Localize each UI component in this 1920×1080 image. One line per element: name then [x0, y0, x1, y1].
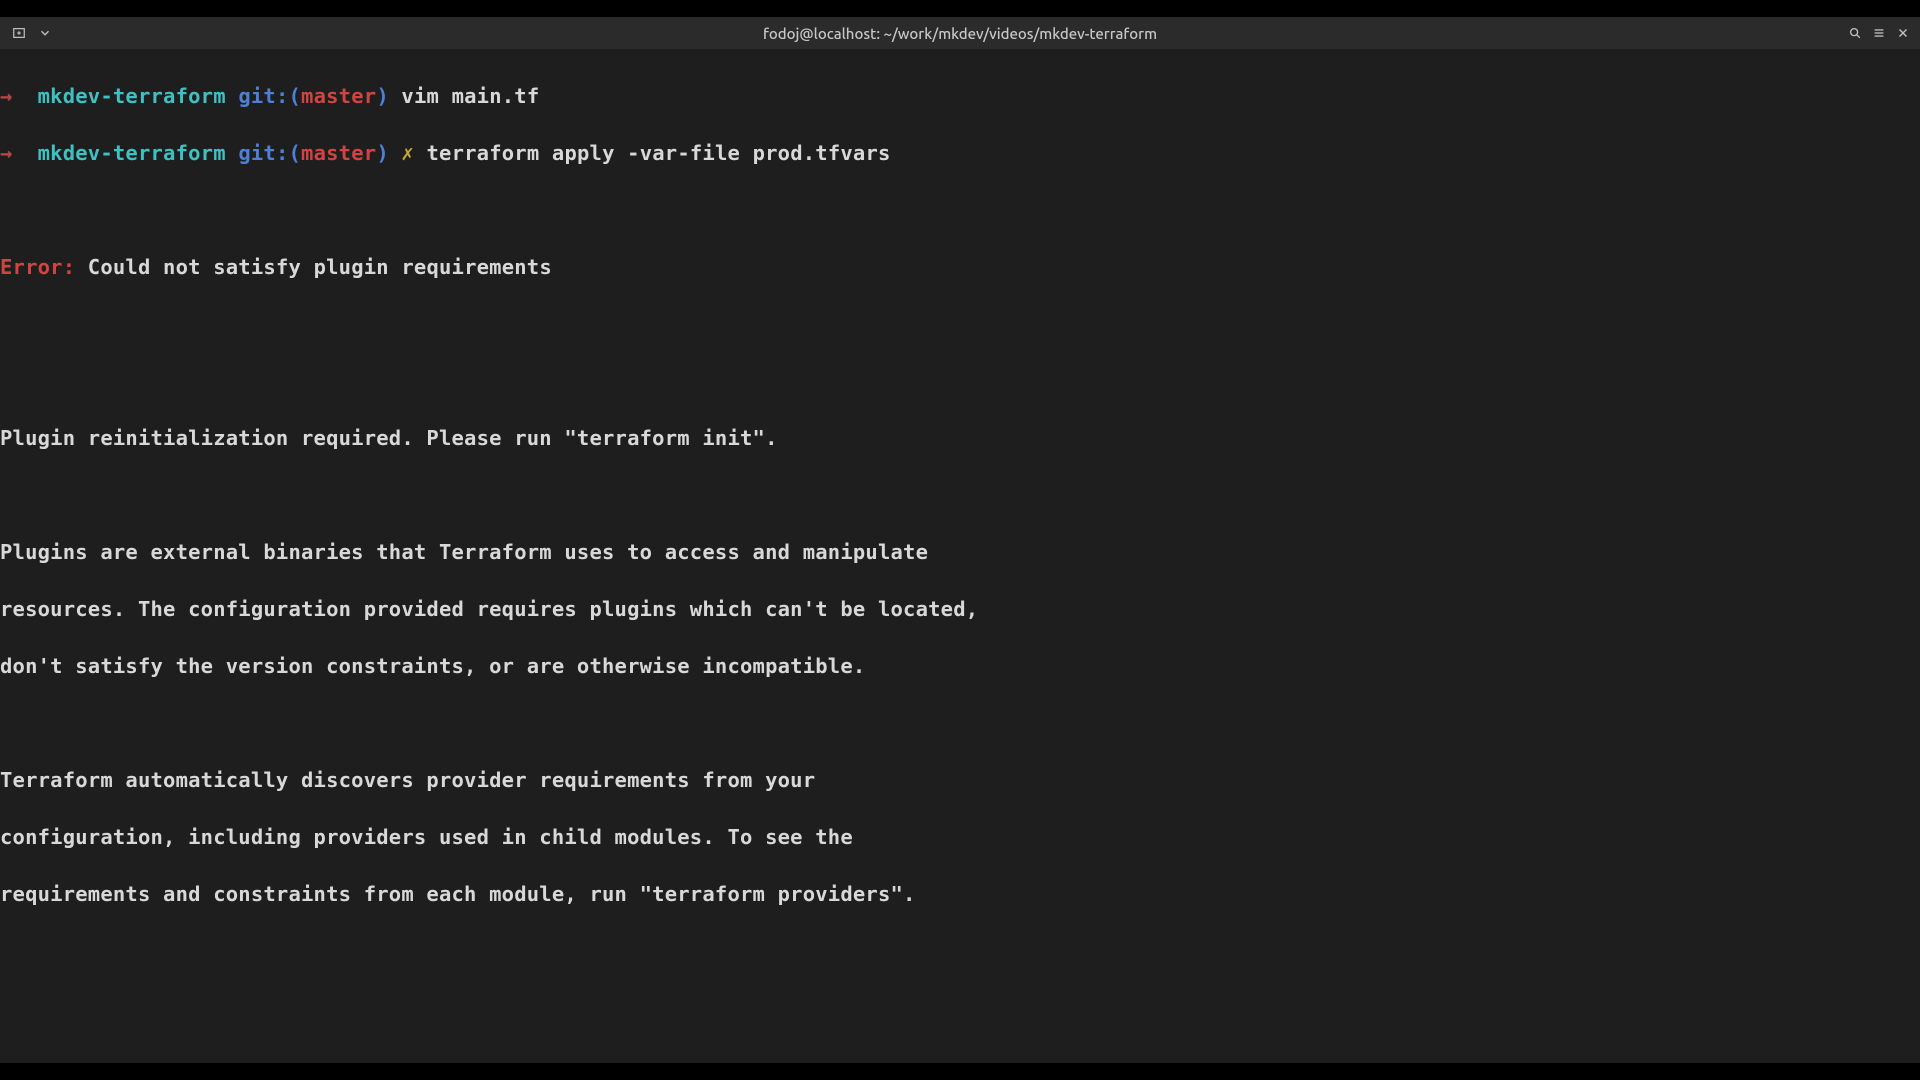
close-icon [1896, 26, 1910, 40]
output-text: Plugin reinitialization required. Please… [0, 424, 1920, 453]
output-text: configuration, including providers used … [0, 823, 1920, 852]
output-text: Terraform automatically discovers provid… [0, 766, 1920, 795]
prompt-line: → mkdev-terraform git:(master) vim main.… [0, 82, 1920, 111]
menu-button[interactable] [1868, 22, 1890, 44]
prompt-dirty: ✗ [401, 141, 414, 165]
prompt-arrow: → [0, 141, 13, 165]
new-tab-icon [12, 26, 26, 40]
hamburger-icon [1872, 26, 1886, 40]
prompt-dir: mkdev-terraform [38, 84, 226, 108]
prompt-branch: master [301, 84, 376, 108]
output-text: don't satisfy the version constraints, o… [0, 652, 1920, 681]
close-button[interactable] [1892, 22, 1914, 44]
error-line: Error: Could not satisfy plugin requirem… [0, 253, 1920, 282]
output-text: requirements and constraints from each m… [0, 880, 1920, 909]
terminal-body[interactable]: → mkdev-terraform git:(master) vim main.… [0, 49, 1920, 1063]
prompt-git-prefix: git:( [238, 141, 301, 165]
new-tab-button[interactable] [8, 22, 30, 44]
search-icon [1848, 26, 1862, 40]
terminal-window: fodoj@localhost: ~/work/mkdev/videos/mkd… [0, 17, 1920, 1063]
output-text: resources. The configuration provided re… [0, 595, 1920, 624]
prompt-branch: master [301, 141, 376, 165]
prompt-dir: mkdev-terraform [38, 141, 226, 165]
output-text: Plugins are external binaries that Terra… [0, 538, 1920, 567]
prompt-git-suffix: ) [376, 84, 389, 108]
prompt-arrow: → [0, 84, 13, 108]
titlebar: fodoj@localhost: ~/work/mkdev/videos/mkd… [0, 17, 1920, 49]
error-label: Error: [0, 255, 75, 279]
prompt-line: → mkdev-terraform git:(master) ✗ terrafo… [0, 139, 1920, 168]
prompt-git-suffix: ) [376, 141, 389, 165]
chevron-down-icon [38, 26, 52, 40]
command-text: terraform apply -var-file prod.tfvars [427, 141, 891, 165]
command-text: vim main.tf [401, 84, 539, 108]
window-title: fodoj@localhost: ~/work/mkdev/videos/mkd… [0, 25, 1920, 42]
search-button[interactable] [1844, 22, 1866, 44]
error-message: Could not satisfy plugin requirements [75, 255, 552, 279]
prompt-git-prefix: git:( [238, 84, 301, 108]
titlebar-dropdown[interactable] [34, 22, 56, 44]
